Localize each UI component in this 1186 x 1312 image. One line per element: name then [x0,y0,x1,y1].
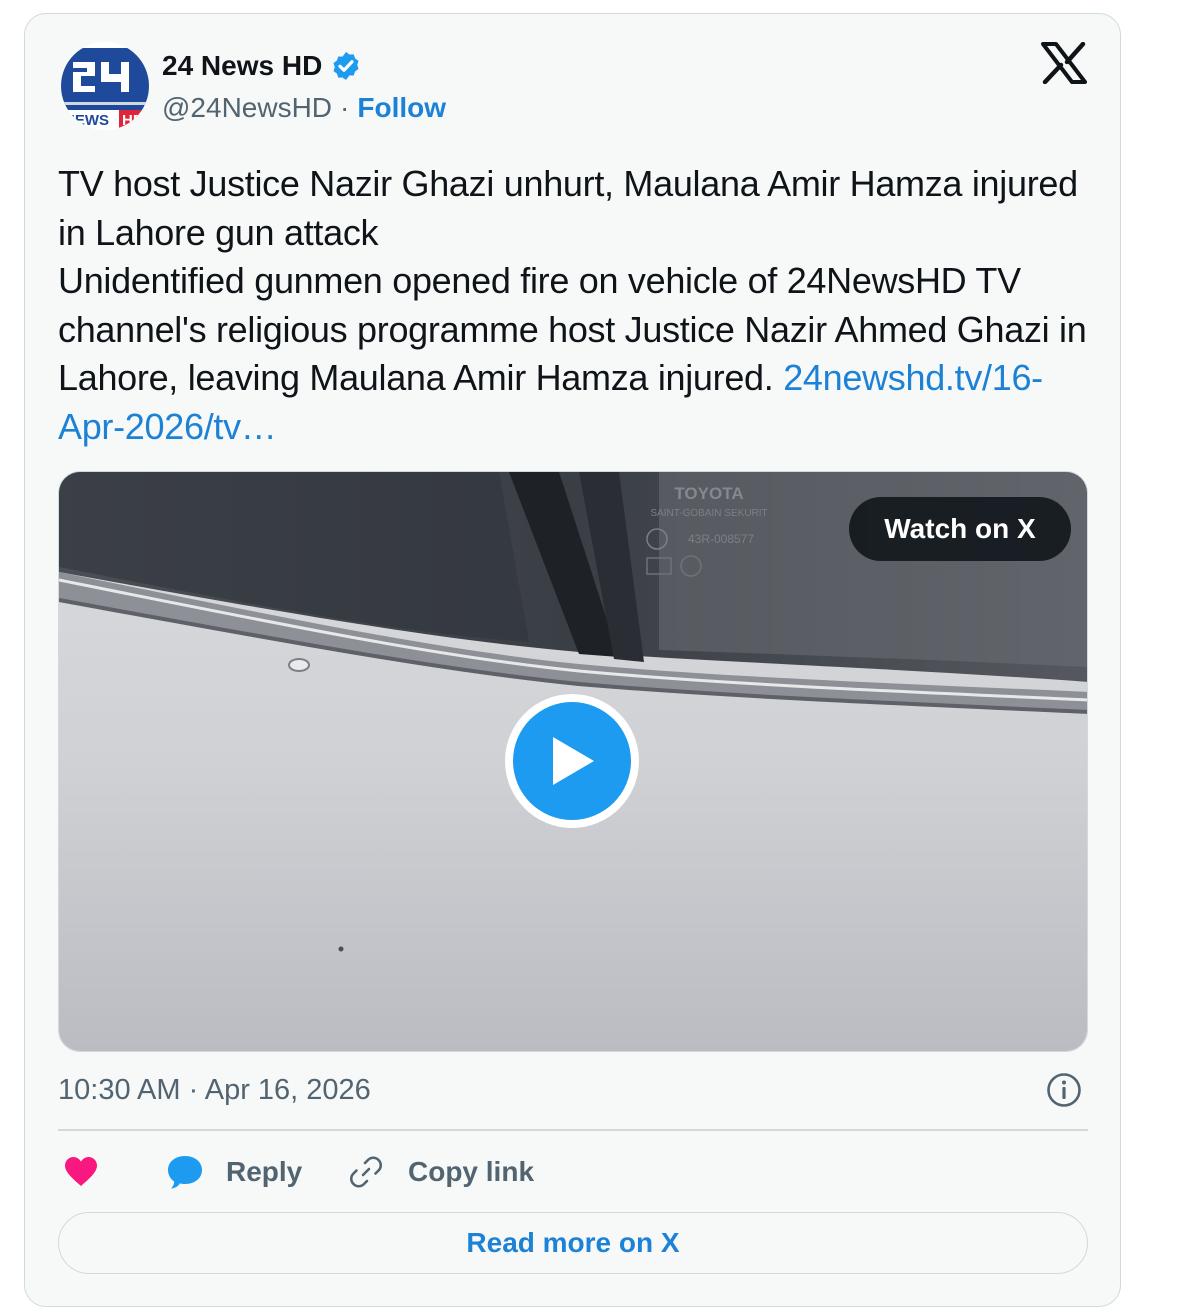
action-bar: Reply Copy link [58,1146,1088,1198]
divider [58,1129,1088,1131]
account-name-row[interactable]: 24 News HD [162,48,362,84]
video-media[interactable]: TOYOTA SAINT-GOBAIN SEKURIT 43R-008577 W… [58,471,1088,1052]
x-logo-icon[interactable] [1041,42,1087,84]
verified-badge-icon [333,52,359,80]
reply-bubble-icon [168,1156,202,1189]
like-button[interactable] [64,1146,98,1198]
tweet-headline: TV host Justice Nazir Ghazi unhurt, Maul… [58,163,1078,253]
tweet-text: TV host Justice Nazir Ghazi unhurt, Maul… [58,160,1088,451]
separator-dot: · [340,92,350,123]
window-maker-text: SAINT-GOBAIN SEKURIT [650,508,767,519]
window-brand-text: TOYOTA [674,484,743,503]
news-logo-icon: NEWS HD [61,42,149,130]
follow-button[interactable]: Follow [357,92,446,124]
account-name[interactable]: 24 News HD [162,50,322,82]
timestamp-separator: · [188,1074,199,1106]
avatar[interactable]: NEWS HD [61,42,149,130]
handle-row: @24NewsHD · Follow [162,90,446,126]
tweet-time: 10:30 AM [58,1074,181,1106]
info-icon[interactable] [1046,1072,1082,1108]
heart-icon [65,1157,97,1186]
copy-link-button[interactable]: Copy link [348,1146,534,1198]
tweet-body: Unidentified gunmen opened fire on vehic… [58,257,1088,451]
reply-button[interactable]: Reply [166,1146,302,1198]
play-button[interactable] [505,694,639,828]
reply-label: Reply [226,1156,303,1187]
account-handle[interactable]: @24NewsHD [162,92,332,124]
tweet-timestamp[interactable]: 10:30 AM · Apr 16, 2026 [58,1070,371,1110]
read-more-button[interactable]: Read more on X [58,1212,1088,1274]
link-icon [349,1156,383,1188]
window-code-text: 43R-008577 [688,532,754,546]
watch-on-x-button[interactable]: Watch on X [849,497,1071,561]
copy-link-label: Copy link [408,1156,535,1187]
tweet-date: Apr 16, 2026 [204,1074,371,1106]
play-icon [513,702,631,820]
